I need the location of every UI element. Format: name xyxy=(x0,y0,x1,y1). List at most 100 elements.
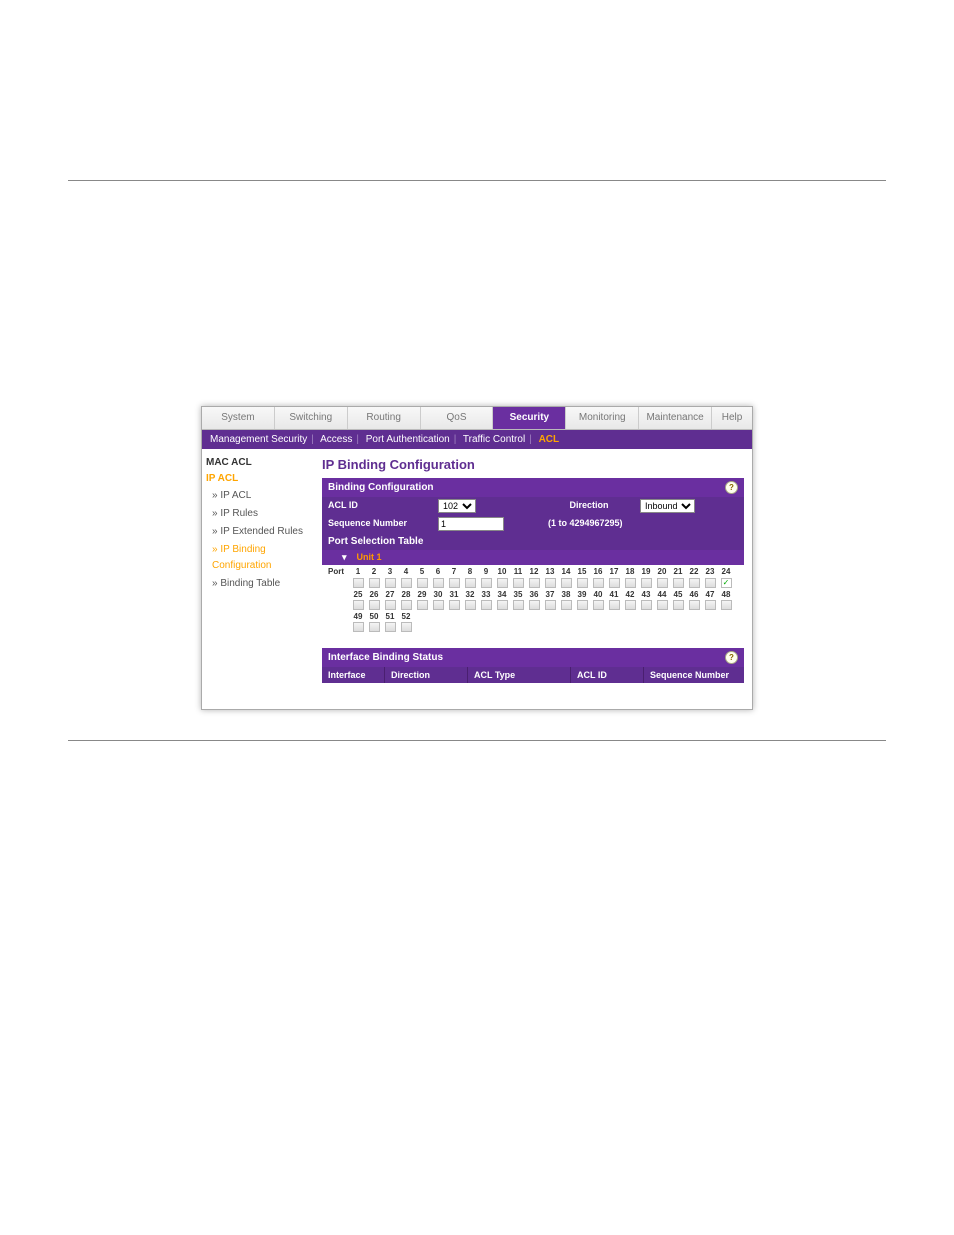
port-number: 23 xyxy=(702,567,718,577)
port-number: 25 xyxy=(350,590,366,599)
port-checkbox[interactable] xyxy=(398,578,414,590)
sidebar: MAC ACL IP ACL » IP ACL » IP Rules » IP … xyxy=(202,449,320,709)
tab-help[interactable]: Help xyxy=(712,407,752,429)
port-checkbox[interactable] xyxy=(606,578,622,590)
port-checkbox[interactable] xyxy=(478,600,494,612)
port-checkbox[interactable] xyxy=(382,622,398,634)
port-checkbox[interactable] xyxy=(702,578,718,590)
port-checkbox[interactable] xyxy=(382,578,398,590)
port-checkbox[interactable] xyxy=(382,600,398,612)
port-number: 46 xyxy=(686,590,702,599)
port-checkbox[interactable] xyxy=(542,578,558,590)
port-checkbox[interactable] xyxy=(414,578,430,590)
sidebar-item-binding-table[interactable]: » Binding Table xyxy=(206,575,316,593)
port-checkbox[interactable] xyxy=(718,578,734,590)
subnav: Management Security| Access| Port Authen… xyxy=(202,430,752,449)
help-icon[interactable]: ? xyxy=(725,481,738,494)
aclid-select[interactable]: 102 xyxy=(438,499,476,513)
port-checkbox[interactable] xyxy=(574,578,590,590)
port-grid: Port123456789101112131415161718192021222… xyxy=(322,565,744,636)
port-checkbox[interactable] xyxy=(670,578,686,590)
port-checkbox[interactable] xyxy=(526,578,542,590)
port-checkbox[interactable] xyxy=(494,600,510,612)
port-number: 7 xyxy=(446,567,462,577)
port-checkbox[interactable] xyxy=(398,622,414,634)
port-number: 13 xyxy=(542,567,558,577)
port-checkbox[interactable] xyxy=(542,600,558,612)
port-checkbox[interactable] xyxy=(510,600,526,612)
port-checkbox[interactable] xyxy=(510,578,526,590)
port-checkbox[interactable] xyxy=(366,622,382,634)
port-checkbox[interactable] xyxy=(494,578,510,590)
port-checkbox[interactable] xyxy=(638,600,654,612)
port-number: 20 xyxy=(654,567,670,577)
port-number: 32 xyxy=(462,590,478,599)
port-checkbox[interactable] xyxy=(590,600,606,612)
port-checkbox[interactable] xyxy=(398,600,414,612)
tab-qos[interactable]: QoS xyxy=(421,407,494,429)
port-checkbox[interactable] xyxy=(350,578,366,590)
subnav-port-auth[interactable]: Port Authentication xyxy=(366,434,450,445)
port-checkbox[interactable] xyxy=(462,578,478,590)
port-checkbox[interactable] xyxy=(606,600,622,612)
sidebar-ip-acl[interactable]: IP ACL xyxy=(206,471,316,487)
port-checkbox[interactable] xyxy=(366,578,382,590)
port-number: 17 xyxy=(606,567,622,577)
subnav-access[interactable]: Access xyxy=(320,434,352,445)
tab-routing[interactable]: Routing xyxy=(348,407,421,429)
port-checkbox[interactable] xyxy=(718,600,734,612)
port-checkbox[interactable] xyxy=(558,578,574,590)
port-number: 51 xyxy=(382,612,398,621)
port-checkbox[interactable] xyxy=(350,600,366,612)
port-checkbox[interactable] xyxy=(414,600,430,612)
port-number: 38 xyxy=(558,590,574,599)
sidebar-item-ip-extended-rules[interactable]: » IP Extended Rules xyxy=(206,523,316,541)
port-checkbox[interactable] xyxy=(350,622,366,634)
port-checkbox[interactable] xyxy=(622,600,638,612)
sidebar-item-ip-rules[interactable]: » IP Rules xyxy=(206,505,316,523)
help-icon[interactable]: ? xyxy=(725,651,738,664)
port-number: 22 xyxy=(686,567,702,577)
port-checkbox[interactable] xyxy=(574,600,590,612)
port-number: 19 xyxy=(638,567,654,577)
sidebar-mac-acl[interactable]: MAC ACL xyxy=(206,455,316,471)
port-checkbox[interactable] xyxy=(478,578,494,590)
tab-switching[interactable]: Switching xyxy=(275,407,348,429)
port-checkbox[interactable] xyxy=(430,578,446,590)
port-number: 48 xyxy=(718,590,734,599)
tab-security[interactable]: Security xyxy=(493,407,566,429)
port-checkbox[interactable] xyxy=(526,600,542,612)
port-checkbox[interactable] xyxy=(446,600,462,612)
port-checkbox[interactable] xyxy=(558,600,574,612)
sidebar-item-ip-acl[interactable]: » IP ACL xyxy=(206,487,316,505)
port-checkbox[interactable] xyxy=(590,578,606,590)
port-checkbox[interactable] xyxy=(446,578,462,590)
port-checkbox[interactable] xyxy=(462,600,478,612)
col-acl-type: ACL Type xyxy=(468,667,571,683)
port-checkbox[interactable] xyxy=(654,600,670,612)
port-number: 3 xyxy=(382,567,398,577)
port-checkbox[interactable] xyxy=(686,578,702,590)
unit-row[interactable]: ▾Unit 1 xyxy=(322,550,744,565)
col-direction: Direction xyxy=(385,667,468,683)
subnav-traffic-control[interactable]: Traffic Control xyxy=(463,434,525,445)
subnav-mgmt-security[interactable]: Management Security xyxy=(210,434,307,445)
sequence-input[interactable] xyxy=(438,517,504,531)
port-checkbox[interactable] xyxy=(638,578,654,590)
port-checkbox[interactable] xyxy=(622,578,638,590)
subnav-acl[interactable]: ACL xyxy=(539,434,560,445)
panel-ibs-title: Interface Binding Status xyxy=(328,652,443,663)
direction-select[interactable]: Inbound xyxy=(640,499,695,513)
port-checkbox[interactable] xyxy=(430,600,446,612)
tab-system[interactable]: System xyxy=(202,407,275,429)
port-checkbox[interactable] xyxy=(654,578,670,590)
port-number: 50 xyxy=(366,612,382,621)
port-checkbox[interactable] xyxy=(686,600,702,612)
port-number: 9 xyxy=(478,567,494,577)
port-checkbox[interactable] xyxy=(702,600,718,612)
port-checkbox[interactable] xyxy=(366,600,382,612)
tab-monitoring[interactable]: Monitoring xyxy=(566,407,639,429)
port-checkbox[interactable] xyxy=(670,600,686,612)
sidebar-item-ip-binding-config[interactable]: » IP Binding Configuration xyxy=(206,541,316,575)
tab-maintenance[interactable]: Maintenance xyxy=(639,407,712,429)
